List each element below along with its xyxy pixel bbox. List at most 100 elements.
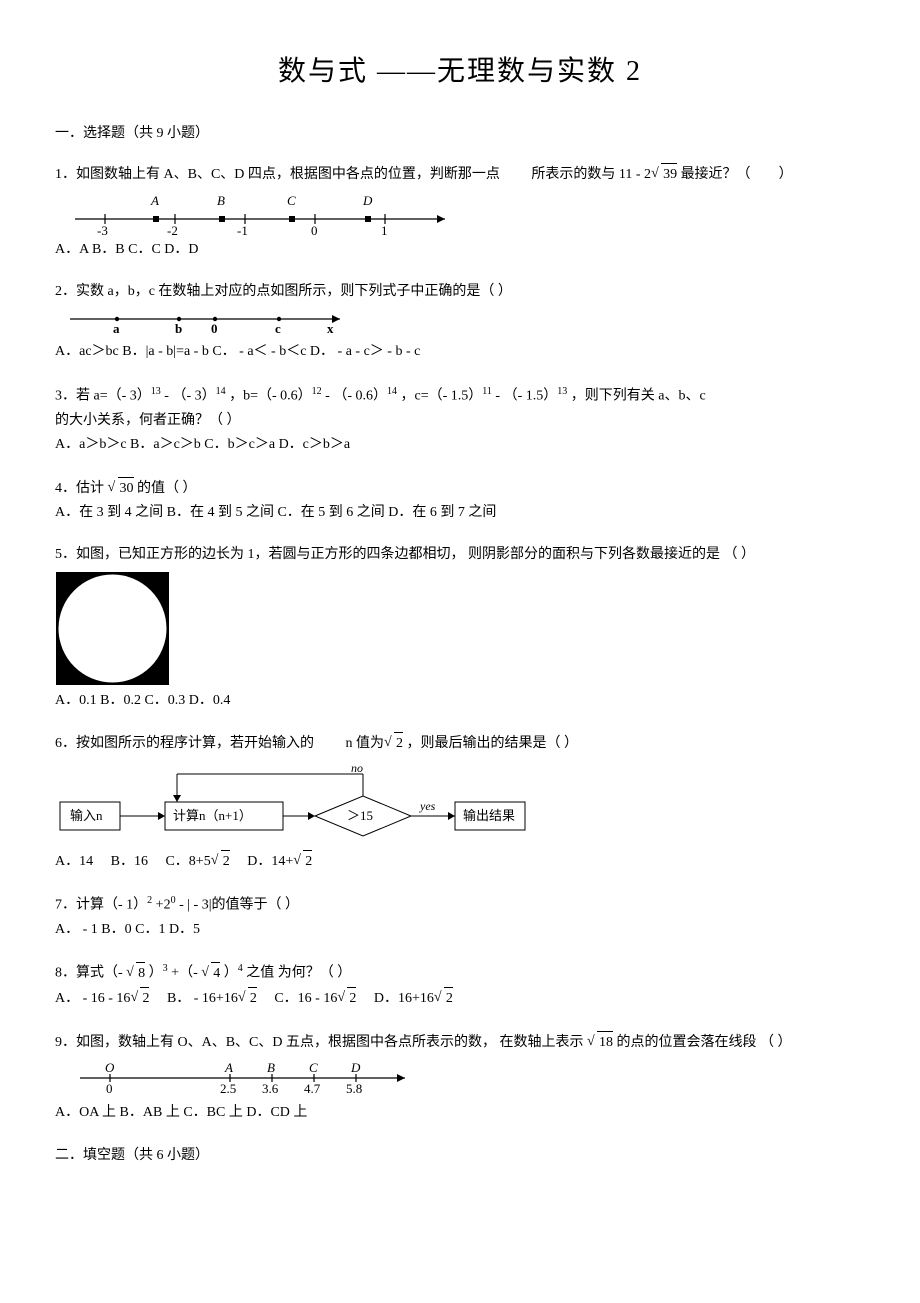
svg-text:b: b (175, 321, 182, 336)
q2-number-line: a b 0 c x (65, 307, 355, 337)
q8-b: ） (149, 966, 163, 981)
svg-text:4.7: 4.7 (304, 1081, 321, 1096)
svg-text:-1: -1 (237, 223, 248, 235)
svg-text:0: 0 (211, 321, 218, 336)
q6-optD: D．14+ (247, 854, 293, 869)
question-2: 2．实数 a，b，c 在数轴上对应的点如图所示，则下列式子中正确的是（ ） a b… (55, 281, 865, 364)
q1-number-line: AB CD -3-2-1 01 (65, 191, 465, 235)
q3-e2: 14 (216, 386, 226, 397)
q3-e1: 13 (151, 386, 161, 397)
q6-optC: C．8+5 (165, 854, 210, 869)
svg-text:计算n（n+1）: 计算n（n+1） (173, 808, 252, 823)
q9-sqrt: 18 (597, 1031, 613, 1054)
q1-stem-a: 1．如图数轴上有 A、B、C、D 四点，根据图中各点的位置，判断那一点 (55, 167, 500, 182)
q8-e: 之值 为何？（ ） (246, 966, 351, 981)
q6-flowchart: 输入n 计算n（n+1） ＞15 yes 输出结果 no (55, 762, 535, 844)
q6-a: 6．按如图所示的程序计算，若开始输入的 (55, 736, 314, 751)
question-3: 3．若 a=（- 3）13 - （- 3）14 ，b=（- 0.6）12 - （… (55, 384, 865, 457)
svg-text:2.5: 2.5 (220, 1081, 236, 1096)
question-5: 5．如图，已知正方形的边长为 1，若圆与正方形的四条边都相切， 则阴影部分的面积… (55, 544, 865, 712)
q8-optD: D．16+16 (374, 991, 434, 1006)
q9-a: 9．如图，数轴上有 O、A、B、C、D 五点，根据图中各点所表示的数， 在数轴上… (55, 1035, 587, 1050)
q3-e: ，c=（- 1.5） (401, 388, 483, 403)
svg-text:a: a (113, 321, 120, 336)
svg-text:5.8: 5.8 (346, 1081, 362, 1096)
svg-text:0: 0 (106, 1081, 113, 1096)
q4-options: A．在 3 到 4 之间 B．在 4 到 5 之间 C．在 5 到 6 之间 D… (55, 502, 865, 524)
sqrt-39: 39 (661, 163, 677, 186)
q3-e6: 13 (557, 386, 567, 397)
q3-g: ，则下列有关 a、b、c (571, 388, 706, 403)
svg-text:0: 0 (311, 223, 318, 235)
svg-text:输出结果: 输出结果 (463, 808, 515, 823)
question-4: 4．估计 30 的值（ ） A．在 3 到 4 之间 B．在 4 到 5 之间 … (55, 477, 865, 525)
q3-c: ，b=（- 0.6） (229, 388, 312, 403)
q1-stem-c: 最接近？（ (681, 167, 751, 182)
q8-sqC: 2 (347, 987, 356, 1010)
svg-text:x: x (327, 321, 334, 336)
q3-a: 3．若 a=（- 3） (55, 388, 151, 403)
q2-stem: 2．实数 a，b，c 在数轴上对应的点如图所示，则下列式子中正确的是（ ） (55, 281, 865, 303)
svg-text:B: B (267, 1060, 275, 1075)
q5-figure (55, 571, 170, 686)
svg-text:c: c (275, 321, 281, 336)
q3-e4: 14 (387, 386, 397, 397)
q7-options: A． - 1 B．0 C．1 D．5 (55, 919, 865, 941)
q3-e3: 12 (312, 386, 322, 397)
q8-sqD: 2 (444, 987, 453, 1010)
q8-sqrt2: 4 (211, 962, 220, 985)
svg-text:C: C (309, 1060, 318, 1075)
q9-options: A．OA 上 B．AB 上 C．BC 上 D．CD 上 (55, 1102, 865, 1124)
q1-stem-b: 所表示的数与 11 - 2 (531, 167, 651, 182)
q7-e2: 0 (171, 895, 176, 906)
q7-e1: 2 (147, 895, 152, 906)
page-title: 数与式 ——无理数与实数 2 (55, 50, 865, 95)
svg-text:-2: -2 (167, 223, 178, 235)
q5-stem: 5．如图，已知正方形的边长为 1，若圆与正方形的四条边都相切， 则阴影部分的面积… (55, 544, 865, 566)
q1-options: A．A B．B C．C D．D (55, 239, 865, 261)
svg-text:A: A (224, 1060, 233, 1075)
svg-text:D: D (362, 193, 373, 208)
question-9: 9．如图，数轴上有 O、A、B、C、D 五点，根据图中各点所表示的数， 在数轴上… (55, 1031, 865, 1125)
question-8: 8．算式（- 8 ）3 +（- 4 ）4 之值 为何？（ ） A． - 16 -… (55, 961, 865, 1010)
q4-a: 4．估计 (55, 481, 108, 496)
q3-line2: 的大小关系，何者正确？（ ） (55, 410, 865, 432)
q9-b: 的点的位置会落在线段 （ ） (617, 1035, 792, 1050)
svg-text:yes: yes (419, 799, 436, 813)
svg-text:D: D (350, 1060, 361, 1075)
sqrt-30: 30 (118, 477, 134, 500)
svg-text:A: A (150, 193, 159, 208)
question-6: 6．按如图所示的程序计算，若开始输入的 n 值为2 ，则最后输出的结果是（ ） … (55, 732, 865, 873)
q8-c: +（- (171, 966, 201, 981)
q6-c: ，则最后输出的结果是（ ） (407, 736, 579, 751)
svg-text:no: no (351, 762, 363, 775)
q3-d: - （- 0.6） (325, 388, 387, 403)
question-7: 7．计算（- 1）2 +20 - | - 3|的值等于（ ） A． - 1 B．… (55, 893, 865, 941)
q5-options: A．0.1 B．0.2 C．0.3 D．0.4 (55, 690, 865, 712)
q8-e2: 4 (238, 963, 243, 974)
svg-text:＞15: ＞15 (347, 808, 373, 823)
svg-text:-3: -3 (97, 223, 108, 235)
q6-sqrtD: 2 (303, 850, 312, 873)
svg-text:B: B (217, 193, 225, 208)
q7-b: +2 (156, 898, 171, 913)
q6-sqrtC: 2 (221, 850, 230, 873)
q8-optB: B． - 16+16 (167, 991, 238, 1006)
q1-stem-d: ） (779, 167, 793, 182)
q6-b: n 值为 (346, 736, 385, 751)
svg-text:O: O (105, 1060, 115, 1075)
svg-text:输入n: 输入n (70, 808, 103, 823)
svg-text:C: C (287, 193, 296, 208)
q6-sqrt: 2 (394, 732, 403, 755)
q4-b: 的值（ ） (137, 481, 197, 496)
svg-text:3.6: 3.6 (262, 1081, 279, 1096)
q8-a: 8．算式（- (55, 966, 126, 981)
q2-options: A．ac＞bc B．|a - b|=a - b C． - a＜ - b＜c D．… (55, 341, 865, 363)
q8-e1: 3 (163, 963, 168, 974)
q6-optB: B．16 (111, 854, 148, 869)
q6-optA: A．14 (55, 854, 93, 869)
q8-sqB: 2 (248, 987, 257, 1010)
q3-e5: 11 (482, 386, 492, 397)
q8-d: ） (224, 966, 238, 981)
question-1: 1．如图数轴上有 A、B、C、D 四点，根据图中各点的位置，判断那一点 所表示的… (55, 163, 865, 261)
